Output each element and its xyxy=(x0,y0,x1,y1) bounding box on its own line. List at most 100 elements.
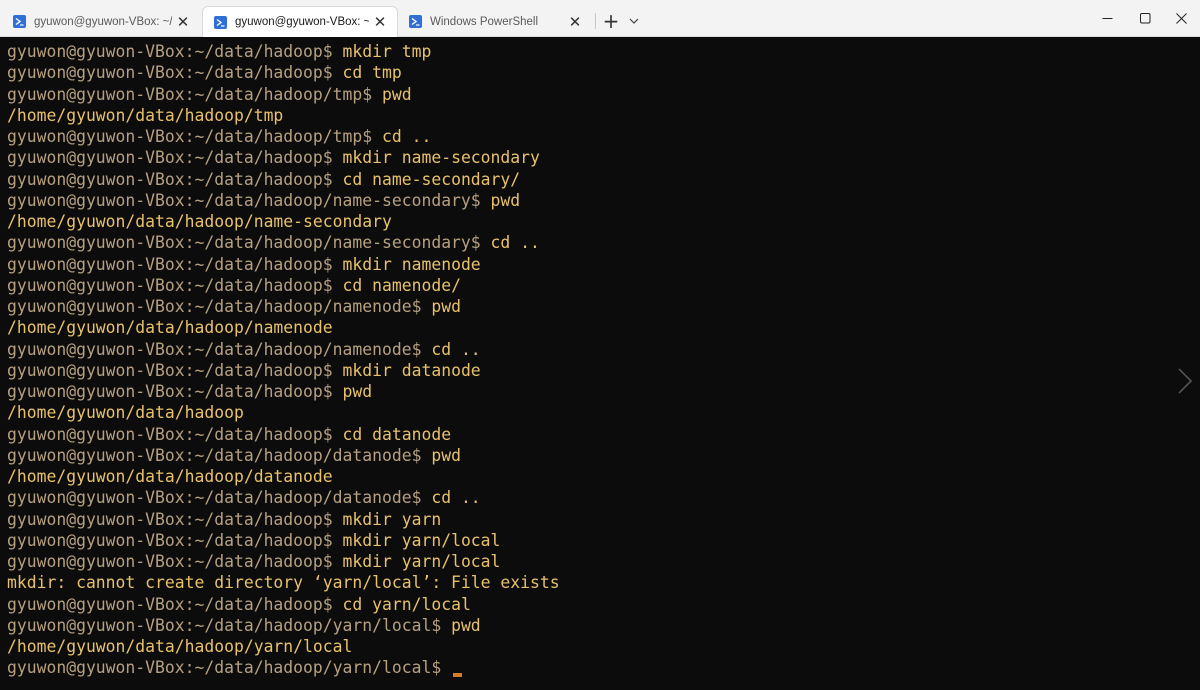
shell-prompt: gyuwon@gyuwon-VBox:~/data/hadoop$ xyxy=(7,148,333,168)
shell-command: mkdir yarn xyxy=(332,509,442,529)
terminal-line: gyuwon@gyuwon-VBox:~/data/hadoop$ cd tmp xyxy=(7,62,560,83)
terminal-output[interactable]: gyuwon@gyuwon-VBox:~/data/hadoop$ mkdir … xyxy=(0,37,1200,690)
shell-command: mkdir tmp xyxy=(332,42,432,61)
shell-prompt: gyuwon@gyuwon-VBox:~/data/hadoop$ xyxy=(7,530,333,550)
chevron-down-icon[interactable] xyxy=(624,10,644,32)
terminal-line: gyuwon@gyuwon-VBox:~/data/hadoop$ mkdir … xyxy=(7,254,560,275)
command-output: /home/gyuwon/data/hadoop xyxy=(7,403,244,423)
title-bar: gyuwon@gyuwon-VBox: ~/ha ✕ gyuwon@gyuwon… xyxy=(0,0,1200,37)
shell-command: cd name-secondary/ xyxy=(332,169,521,189)
tab-3[interactable]: Windows PowerShell ✕ xyxy=(398,6,592,37)
command-output: /home/gyuwon/data/hadoop/yarn/local xyxy=(7,637,353,656)
terminal-line: /home/gyuwon/data/hadoop xyxy=(7,402,560,423)
shell-prompt: gyuwon@gyuwon-VBox:~/data/hadoop/yarn/lo… xyxy=(7,658,442,678)
shell-command: cd .. xyxy=(480,233,540,253)
shell-prompt: gyuwon@gyuwon-VBox:~/data/hadoop$ xyxy=(7,594,333,614)
shell-command: cd yarn/local xyxy=(332,594,471,614)
shell-prompt: gyuwon@gyuwon-VBox:~/data/hadoop$ xyxy=(7,275,333,295)
terminal-line: gyuwon@gyuwon-VBox:~/data/hadoop$ cd nam… xyxy=(7,169,560,190)
terminal-line: gyuwon@gyuwon-VBox:~/data/hadoop/datanod… xyxy=(7,445,560,466)
terminal-line: gyuwon@gyuwon-VBox:~/data/hadoop$ mkdir … xyxy=(7,147,560,168)
shell-prompt: gyuwon@gyuwon-VBox:~/data/hadoop$ xyxy=(7,42,333,61)
terminal-line: gyuwon@gyuwon-VBox:~/data/hadoop$ mkdir … xyxy=(7,41,560,62)
shell-command xyxy=(441,658,451,677)
shell-command: cd tmp xyxy=(332,63,402,83)
terminal-lines: gyuwon@gyuwon-VBox:~/data/hadoop$ mkdir … xyxy=(7,41,560,679)
shell-command: pwd xyxy=(421,297,461,316)
shell-prompt: gyuwon@gyuwon-VBox:~/data/hadoop$ xyxy=(7,509,333,529)
shell-prompt: gyuwon@gyuwon-VBox:~/data/hadoop/tmp$ xyxy=(7,84,373,104)
terminal-line: gyuwon@gyuwon-VBox:~/data/hadoop/namenod… xyxy=(7,296,560,317)
powershell-icon xyxy=(13,15,26,28)
shell-prompt: gyuwon@gyuwon-VBox:~/data/hadoop/datanod… xyxy=(7,445,422,465)
shell-prompt: gyuwon@gyuwon-VBox:~/data/hadoop/yarn/lo… xyxy=(7,615,442,635)
shell-prompt: gyuwon@gyuwon-VBox:~/data/hadoop$ xyxy=(7,254,333,274)
tab-close-icon[interactable]: ✕ xyxy=(172,11,194,33)
shell-prompt: gyuwon@gyuwon-VBox:~/data/hadoop/tmp$ xyxy=(7,127,373,146)
shell-prompt: gyuwon@gyuwon-VBox:~/data/hadoop$ xyxy=(7,424,333,444)
shell-prompt: gyuwon@gyuwon-VBox:~/data/hadoop/namenod… xyxy=(7,339,422,359)
plus-icon[interactable]: + xyxy=(599,9,623,33)
shell-command: pwd xyxy=(441,615,481,635)
terminal-line: gyuwon@gyuwon-VBox:~/data/hadoop/tmp$ pw… xyxy=(7,84,560,105)
command-output: mkdir: cannot create directory ‘yarn/loc… xyxy=(7,573,560,593)
terminal-line: gyuwon@gyuwon-VBox:~/data/hadoop$ mkdir … xyxy=(7,551,560,572)
terminal-line: /home/gyuwon/data/hadoop/datanode xyxy=(7,466,560,487)
powershell-icon xyxy=(409,15,422,28)
shell-command: mkdir name-secondary xyxy=(332,148,540,168)
terminal-line: mkdir: cannot create directory ‘yarn/loc… xyxy=(7,572,560,593)
terminal-line: gyuwon@gyuwon-VBox:~/data/hadoop/namenod… xyxy=(7,339,560,360)
shell-command: cd .. xyxy=(421,339,481,359)
terminal-line: gyuwon@gyuwon-VBox:~/data/hadoop$ cd yar… xyxy=(7,594,560,615)
terminal-line: gyuwon@gyuwon-VBox:~/data/hadoop$ cd nam… xyxy=(7,275,560,296)
command-output: /home/gyuwon/data/hadoop/tmp xyxy=(7,105,284,125)
terminal-line: gyuwon@gyuwon-VBox:~/data/hadoop$ mkdir … xyxy=(7,360,560,381)
shell-command: mkdir yarn/local xyxy=(332,530,501,550)
shell-command: cd datanode xyxy=(332,424,452,444)
tab-2[interactable]: gyuwon@gyuwon-VBox: ~/d ✕ xyxy=(202,6,398,37)
terminal-line: gyuwon@gyuwon-VBox:~/data/hadoop$ cd dat… xyxy=(7,424,560,445)
terminal-line: /home/gyuwon/data/hadoop/namenode xyxy=(7,317,560,338)
tab-close-icon[interactable]: ✕ xyxy=(369,11,391,33)
shell-prompt: gyuwon@gyuwon-VBox:~/data/hadoop$ xyxy=(7,552,333,571)
chevron-right-icon[interactable] xyxy=(1176,367,1194,395)
text-cursor xyxy=(453,673,463,678)
command-output: /home/gyuwon/data/hadoop/namenode xyxy=(7,318,333,338)
terminal-line: gyuwon@gyuwon-VBox:~/data/hadoop/yarn/lo… xyxy=(7,615,560,636)
shell-prompt: gyuwon@gyuwon-VBox:~/data/hadoop/namenod… xyxy=(7,297,422,316)
shell-prompt: gyuwon@gyuwon-VBox:~/data/hadoop/name-se… xyxy=(7,190,481,210)
shell-prompt: gyuwon@gyuwon-VBox:~/data/hadoop/datanod… xyxy=(7,488,422,508)
shell-command: mkdir namenode xyxy=(332,254,481,274)
tab-close-icon[interactable]: ✕ xyxy=(564,11,586,33)
terminal-line: gyuwon@gyuwon-VBox:~/data/hadoop/name-se… xyxy=(7,232,560,253)
shell-command: cd .. xyxy=(372,127,432,146)
powershell-icon xyxy=(214,15,227,29)
command-output: /home/gyuwon/data/hadoop/datanode xyxy=(7,467,333,486)
tab-separator xyxy=(595,13,596,29)
terminal-line: gyuwon@gyuwon-VBox:~/data/hadoop$ pwd xyxy=(7,381,560,402)
shell-prompt: gyuwon@gyuwon-VBox:~/data/hadoop$ xyxy=(7,360,333,380)
tab-title: gyuwon@gyuwon-VBox: ~/d xyxy=(235,16,369,28)
terminal-line: gyuwon@gyuwon-VBox:~/data/hadoop/tmp$ cd… xyxy=(7,126,560,147)
terminal-line: /home/gyuwon/data/hadoop/tmp xyxy=(7,105,560,126)
tab-title: Windows PowerShell xyxy=(430,15,539,28)
shell-command: pwd xyxy=(332,382,373,401)
close-icon[interactable] xyxy=(1158,0,1200,36)
terminal-line: gyuwon@gyuwon-VBox:~/data/hadoop/datanod… xyxy=(7,487,560,508)
shell-command: pwd xyxy=(421,445,461,465)
shell-command: mkdir datanode xyxy=(332,360,481,380)
shell-prompt: gyuwon@gyuwon-VBox:~/data/hadoop$ xyxy=(7,382,333,401)
terminal-line: /home/gyuwon/data/hadoop/name-secondary xyxy=(7,211,560,232)
tab-1[interactable]: gyuwon@gyuwon-VBox: ~/ha ✕ xyxy=(2,6,200,37)
command-output: /home/gyuwon/data/hadoop/name-secondary xyxy=(7,212,392,231)
shell-prompt: gyuwon@gyuwon-VBox:~/data/hadoop/name-se… xyxy=(7,233,481,253)
terminal-line: gyuwon@gyuwon-VBox:~/data/hadoop$ mkdir … xyxy=(7,530,560,551)
terminal-line: gyuwon@gyuwon-VBox:~/data/hadoop/yarn/lo… xyxy=(7,657,560,678)
shell-command: pwd xyxy=(372,84,412,104)
terminal-line: /home/gyuwon/data/hadoop/yarn/local xyxy=(7,636,560,657)
shell-prompt: gyuwon@gyuwon-VBox:~/data/hadoop$ xyxy=(7,63,333,83)
shell-command: cd .. xyxy=(421,488,481,508)
shell-command: mkdir yarn/local xyxy=(332,552,501,571)
shell-prompt: gyuwon@gyuwon-VBox:~/data/hadoop$ xyxy=(7,169,333,189)
tab-title: gyuwon@gyuwon-VBox: ~/ha xyxy=(34,15,172,28)
